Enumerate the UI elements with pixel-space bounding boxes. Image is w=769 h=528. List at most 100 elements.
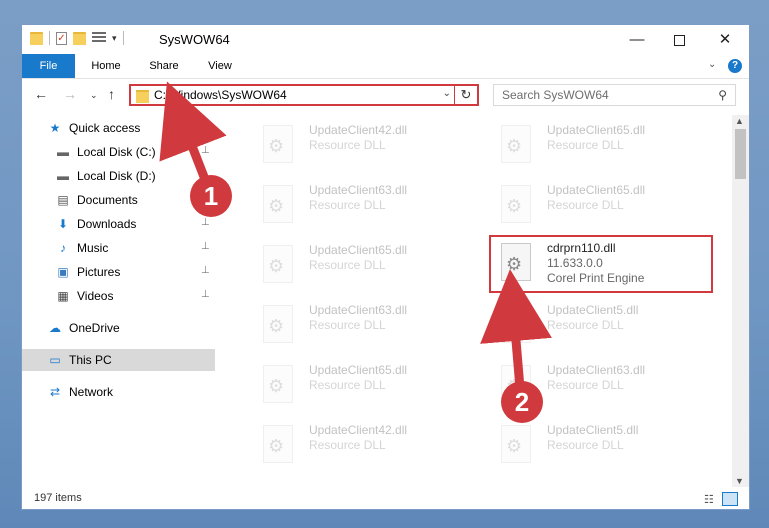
help-icon[interactable]: ? bbox=[728, 59, 742, 73]
file-item[interactable]: ⚙ UpdateClient63.dllResource DLL bbox=[257, 181, 477, 229]
search-input[interactable]: Search SysWOW64 ⚲ bbox=[493, 84, 736, 106]
sidebar-item[interactable]: ★ Quick access bbox=[47, 117, 141, 139]
file-name: UpdateClient42.dll bbox=[309, 423, 408, 437]
scroll-down-icon[interactable]: ▼ bbox=[735, 476, 744, 486]
divider bbox=[49, 31, 50, 45]
gear-icon: ⚙ bbox=[268, 196, 285, 216]
file-item[interactable]: ⚙ UpdateClient5.dll Resource DLL bbox=[495, 421, 715, 469]
expand-ribbon-chevron-icon[interactable]: ⌄ bbox=[708, 59, 716, 70]
dll-file-icon: ⚙ bbox=[501, 243, 531, 281]
navigation-bar: ← → ⌄ ↑ C:\Windows\SysWOW64 ⌄ ↻ Search S… bbox=[22, 79, 749, 113]
file-description: Resource DLL bbox=[547, 378, 624, 392]
properties-check-icon[interactable]: ✓ bbox=[56, 31, 67, 45]
file-name: UpdateClient63.dll bbox=[309, 183, 408, 197]
large-icons-view-icon[interactable] bbox=[722, 492, 738, 506]
sidebar-item[interactable]: ▬ Local Disk (D:) bbox=[55, 165, 156, 187]
window-title: SysWOW64 bbox=[159, 32, 230, 47]
file-list: ⚙ UpdateClient42.dll Resource DLL ⚙ UpdateCl… bbox=[237, 115, 732, 489]
file-description: Resource DLL bbox=[309, 138, 386, 152]
recent-locations-chevron-icon[interactable]: ⌄ bbox=[90, 90, 98, 101]
file-name: UpdateClient42.dll bbox=[309, 123, 408, 137]
search-icon[interactable]: ⚲ bbox=[718, 88, 727, 102]
pin-icon[interactable]: ⊥ bbox=[201, 289, 210, 300]
pin-icon[interactable]: ⊥ bbox=[201, 217, 210, 228]
pin-icon[interactable]: ⊥ bbox=[201, 265, 210, 276]
pictures-icon: ▣ bbox=[57, 265, 69, 279]
file-item[interactable]: ⚙ UpdateClient65.dll Resource DLL bbox=[495, 181, 715, 229]
file-item[interactable]: ⚙ UpdateClient5.dll Resource DLL bbox=[495, 301, 715, 349]
pin-icon[interactable]: ⊥ bbox=[201, 145, 210, 156]
download-icon: ⬇ bbox=[57, 217, 69, 231]
file-item[interactable]: ⚙ UpdateClient42.dll Resource DLL bbox=[257, 421, 477, 469]
folder-icon bbox=[30, 31, 43, 45]
new-folder-icon[interactable] bbox=[73, 31, 86, 45]
file-name: UpdateClient65.dll bbox=[309, 243, 408, 257]
gear-icon: ⚙ bbox=[268, 136, 285, 156]
gear-icon: ⚙ bbox=[506, 136, 523, 156]
drive-icon: ▬ bbox=[57, 145, 69, 159]
file-description: Resource DLL bbox=[309, 258, 386, 272]
folder-icon bbox=[136, 90, 149, 103]
file-item[interactable]: ⚙ UpdateClient65.dll Resource DLL bbox=[257, 361, 477, 409]
sidebar-item[interactable]: ☁ OneDrive bbox=[47, 317, 120, 339]
file-item[interactable]: ⚙ UpdateClient63.dllResource DLL bbox=[257, 301, 477, 349]
tab-share[interactable]: Share bbox=[138, 54, 190, 78]
file-name: UpdateClient5.dll bbox=[547, 303, 639, 317]
scrollbar-thumb[interactable] bbox=[735, 129, 746, 179]
file-item[interactable]: ⚙ cdrprn110.dll 11.633.0.0 Corel Print Engi… bbox=[495, 239, 715, 287]
sidebar-item[interactable]: ▬ Local Disk (C:) bbox=[55, 141, 156, 163]
sidebar-item-label: OneDrive bbox=[69, 321, 120, 335]
vertical-scrollbar[interactable]: ▲ ▼ bbox=[732, 115, 749, 487]
file-description: Resource DLL bbox=[309, 438, 386, 452]
sidebar-item[interactable]: ▤ Documents bbox=[55, 189, 137, 211]
ribbon-tabs: File Home Share View ⌄ ? bbox=[22, 54, 749, 79]
address-path[interactable]: C:\Windows\SysWOW64 bbox=[154, 88, 287, 102]
minimize-button[interactable]: — bbox=[614, 25, 660, 54]
sidebar-item-label: Local Disk (C:) bbox=[77, 145, 156, 159]
file-name: UpdateClient63.dll bbox=[547, 363, 646, 377]
properties-icon[interactable] bbox=[92, 32, 106, 44]
document-icon: ▤ bbox=[57, 193, 69, 207]
status-bar: 197 items ☷ bbox=[22, 489, 749, 509]
up-button[interactable]: ↑ bbox=[108, 86, 115, 102]
pin-icon[interactable]: ⊥ bbox=[201, 241, 210, 252]
tab-file[interactable]: File bbox=[22, 54, 75, 78]
forward-button[interactable]: → bbox=[63, 86, 77, 102]
music-icon: ♪ bbox=[60, 241, 66, 255]
item-count: 197 items bbox=[34, 492, 82, 504]
dll-file-icon: ⚙ bbox=[263, 125, 293, 163]
back-button[interactable]: ← bbox=[34, 86, 48, 102]
refresh-button[interactable]: ↻ bbox=[454, 86, 477, 104]
divider bbox=[122, 31, 124, 45]
file-item[interactable]: ⚙ UpdateClient65.dll Resource DLL bbox=[257, 241, 477, 289]
sidebar-item[interactable]: ▣ Pictures bbox=[55, 261, 120, 283]
maximize-button[interactable] bbox=[656, 25, 702, 54]
file-name: cdrprn110.dll bbox=[547, 241, 616, 255]
customize-qat-caret-icon[interactable]: ▾ bbox=[112, 33, 117, 44]
sidebar-item[interactable]: ▦ Videos bbox=[55, 285, 113, 307]
maximize-icon bbox=[673, 34, 685, 46]
file-name: UpdateClient65.dll bbox=[547, 183, 646, 197]
sidebar-item[interactable]: ⬇ Downloads bbox=[55, 213, 136, 235]
sidebar-item-label: Downloads bbox=[77, 217, 137, 231]
file-name: UpdateClient5.dll bbox=[547, 423, 639, 437]
close-button[interactable]: ✕ bbox=[702, 25, 748, 54]
sidebar-item-label: Pictures bbox=[77, 265, 121, 279]
tab-view[interactable]: View bbox=[198, 54, 242, 78]
sidebar-item-label: This PC bbox=[69, 353, 112, 367]
network-icon: ⇄ bbox=[49, 385, 61, 399]
sidebar-item[interactable]: ▭ This PC bbox=[22, 349, 215, 371]
details-view-icon[interactable]: ☷ bbox=[704, 493, 714, 506]
dll-file-icon: ⚙ bbox=[263, 425, 293, 463]
quick-access-toolbar: ✓ ▾ bbox=[30, 31, 124, 45]
sidebar-item[interactable]: ⇄ Network bbox=[47, 381, 113, 403]
address-dropdown-icon[interactable]: ⌄ bbox=[443, 88, 451, 99]
tab-home[interactable]: Home bbox=[82, 54, 130, 78]
sidebar-item[interactable]: ♪ Music bbox=[55, 237, 108, 259]
file-item[interactable]: ⚙ UpdateClient42.dll Resource DLL bbox=[257, 121, 477, 169]
cloud-icon: ☁ bbox=[49, 321, 61, 335]
file-item[interactable]: ⚙ UpdateClient65.dll Resource DLL bbox=[495, 121, 715, 169]
gear-icon: ⚙ bbox=[506, 254, 523, 274]
address-bar[interactable]: C:\Windows\SysWOW64 ⌄ ↻ bbox=[129, 84, 479, 106]
scroll-up-icon[interactable]: ▲ bbox=[735, 116, 744, 126]
